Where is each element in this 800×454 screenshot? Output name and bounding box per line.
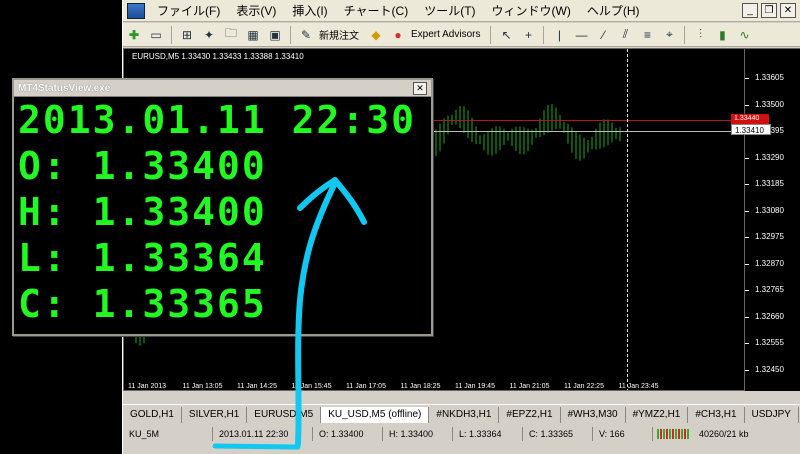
menu-chart[interactable]: チャート(C) [336, 2, 417, 19]
status-view-low: L: 1.33364 [18, 236, 267, 280]
price-tick-label: 1.33605 [745, 73, 784, 82]
chart-title: EURUSD,M5 1.33430 1.33433 1.33388 1.3341… [132, 52, 304, 61]
menu-insert[interactable]: 挿入(I) [284, 2, 335, 19]
price-tick-label: 1.32975 [745, 232, 784, 241]
status-bar: KU_5M 2013.01.11 22:30 O: 1.33400 H: 1.3… [123, 425, 800, 443]
toolbar-separator [171, 25, 172, 44]
price-tick-label: 1.32765 [745, 285, 784, 294]
menu-help[interactable]: ヘルプ(H) [579, 2, 648, 19]
symbol-tab[interactable]: #WH3,M30 [561, 406, 626, 423]
status-traffic: 40260/21 kb [699, 429, 749, 439]
time-tick-label: 11 Jan 15:45 [291, 383, 332, 390]
time-tick-label: 11 Jan 14:25 [237, 383, 277, 390]
time-tick-label: 11 Jan 18:25 [400, 383, 441, 390]
trendline-icon[interactable]: ⁄ [594, 26, 612, 44]
price-axis: 1.336051.335001.333951.332901.331851.330… [745, 48, 800, 391]
status-view-titlebar[interactable]: MT4StatusView.exe ✕ [14, 80, 431, 97]
cursor-icon[interactable]: ↖ [497, 26, 515, 44]
period-separator-line [627, 49, 628, 390]
menu-view[interactable]: 表示(V) [228, 2, 284, 19]
market-watch-icon[interactable]: ⊞ [178, 26, 196, 44]
profile-name: KU_5M [123, 427, 213, 441]
restore-button[interactable]: ❐ [761, 3, 777, 18]
status-view-title: MT4StatusView.exe [18, 82, 111, 94]
new-order-icon[interactable]: ✎ [297, 26, 315, 44]
symbol-tab[interactable]: #CH3,H1 [688, 406, 745, 423]
price-tick-label: 1.32660 [745, 311, 784, 321]
line-chart-icon[interactable]: ∿ [735, 26, 753, 44]
bid-price-label: 1.33410 [731, 124, 771, 135]
menu-bar: ファイル(F) 表示(V) 挿入(I) チャート(C) ツール(T) ウィンドウ… [123, 0, 800, 22]
menu-window[interactable]: ウィンドウ(W) [484, 2, 579, 19]
symbol-tab[interactable]: GOLD,H1 [123, 406, 182, 423]
status-volume: V: 166 [593, 427, 653, 441]
time-axis: 11 Jan 2013 11 Jan 13:05 11 Jan 14:25 11 Ja… [124, 383, 744, 390]
crosshair-icon[interactable]: + [519, 26, 537, 44]
toolbar-separator [290, 25, 291, 44]
price-tick-label: 1.32555 [745, 338, 784, 347]
red-price-label: 1.33440 [731, 114, 769, 124]
vertical-line-icon[interactable]: | [550, 26, 568, 44]
expert-advisors-icon[interactable]: ● [389, 26, 407, 44]
symbol-tab[interactable]: EURUSD,M5 [247, 406, 322, 423]
symbol-tabs: GOLD,H1 SILVER,H1 EURUSD,M5 KU_USD,M5 (offl… [123, 404, 800, 424]
time-tick-label: 11 Jan 19:45 [455, 383, 495, 390]
time-tick-label: 11 Jan 23:45 [618, 383, 659, 390]
status-close: C: 1.33365 [523, 427, 593, 441]
strategy-tester-icon[interactable]: ▣ [266, 26, 284, 44]
toolbar: ✚ ▭ ⊞ ✦ 🗀 ▦ ▣ ✎ 新規注文 ◆ ● Expert Advisors… [123, 23, 800, 47]
price-tick-label: 1.33080 [745, 205, 784, 215]
bar-chart-icon[interactable]: ⫶ [691, 26, 709, 44]
time-tick-label: 11 Jan 21:05 [509, 383, 550, 390]
new-chart-icon[interactable]: ✚ [125, 26, 143, 44]
toolbar-separator [490, 25, 492, 44]
price-tick-label: 1.33290 [745, 152, 784, 162]
status-low: L: 1.33364 [453, 427, 523, 441]
toolbar-separator [684, 25, 686, 44]
navigator-icon[interactable]: ✦ [200, 26, 218, 44]
status-view-close-button[interactable]: ✕ [413, 81, 427, 95]
minimize-button[interactable]: _ [742, 3, 758, 18]
price-tick-label: 1.33185 [745, 179, 784, 188]
close-button[interactable]: ✕ [780, 3, 796, 18]
status-view-open: O: 1.33400 [18, 144, 267, 188]
price-tick-label: 1.32450 [745, 364, 784, 374]
symbol-tab[interactable]: #YMZ2,H1 [626, 406, 689, 423]
fibonacci-icon[interactable]: ≡ [638, 26, 656, 44]
data-window-icon[interactable]: 🗀 [222, 26, 240, 44]
shapes-icon[interactable]: ⌖ [660, 26, 678, 44]
metaeditor-icon[interactable]: ◆ [367, 26, 385, 44]
status-view-datetime: 2013.01.11 22:30 [18, 98, 417, 142]
status-view-high: H: 1.33400 [18, 190, 267, 234]
time-tick-label: 11 Jan 13:05 [182, 383, 223, 390]
profiles-icon[interactable]: ▭ [147, 26, 165, 44]
horizontal-line-icon[interactable]: — [572, 26, 590, 44]
status-high: H: 1.33400 [383, 427, 453, 441]
status-view-close: C: 1.33365 [18, 282, 267, 326]
connection-bars-icon [657, 429, 689, 439]
mt4-status-view-window[interactable]: MT4StatusView.exe ✕ 2013.01.11 22:30 O: … [12, 78, 433, 336]
symbol-tab[interactable]: SILVER,H1 [182, 406, 248, 423]
menu-file[interactable]: ファイル(F) [149, 2, 228, 19]
window-controls: _ ❐ ✕ [742, 3, 796, 18]
symbol-tab[interactable]: #NKDH3,H1 [429, 406, 500, 423]
expert-advisors-button[interactable]: Expert Advisors [411, 29, 480, 40]
new-order-button[interactable]: 新規注文 [319, 27, 359, 42]
channel-icon[interactable]: ⫽ [616, 26, 634, 44]
symbol-tab[interactable]: KU_USD,M5 (offline) [321, 406, 430, 423]
terminal-icon[interactable]: ▦ [244, 26, 262, 44]
status-open: O: 1.33400 [313, 427, 383, 441]
menu-tools[interactable]: ツール(T) [416, 2, 483, 19]
toolbar-separator [543, 25, 545, 44]
time-tick-label: 11 Jan 22:25 [564, 383, 604, 390]
price-tick-label: 1.33500 [745, 99, 784, 109]
price-tick-label: 1.32870 [745, 258, 784, 268]
status-datetime: 2013.01.11 22:30 [213, 427, 313, 441]
symbol-tab[interactable]: #EPZ2,H1 [499, 406, 561, 423]
symbol-tab[interactable]: USDJPY [745, 406, 799, 423]
app-icon[interactable] [127, 2, 145, 19]
time-tick-label: 11 Jan 17:05 [346, 383, 386, 390]
candlestick-icon[interactable]: ▮ [713, 26, 731, 44]
time-tick-label: 11 Jan 2013 [128, 383, 167, 390]
